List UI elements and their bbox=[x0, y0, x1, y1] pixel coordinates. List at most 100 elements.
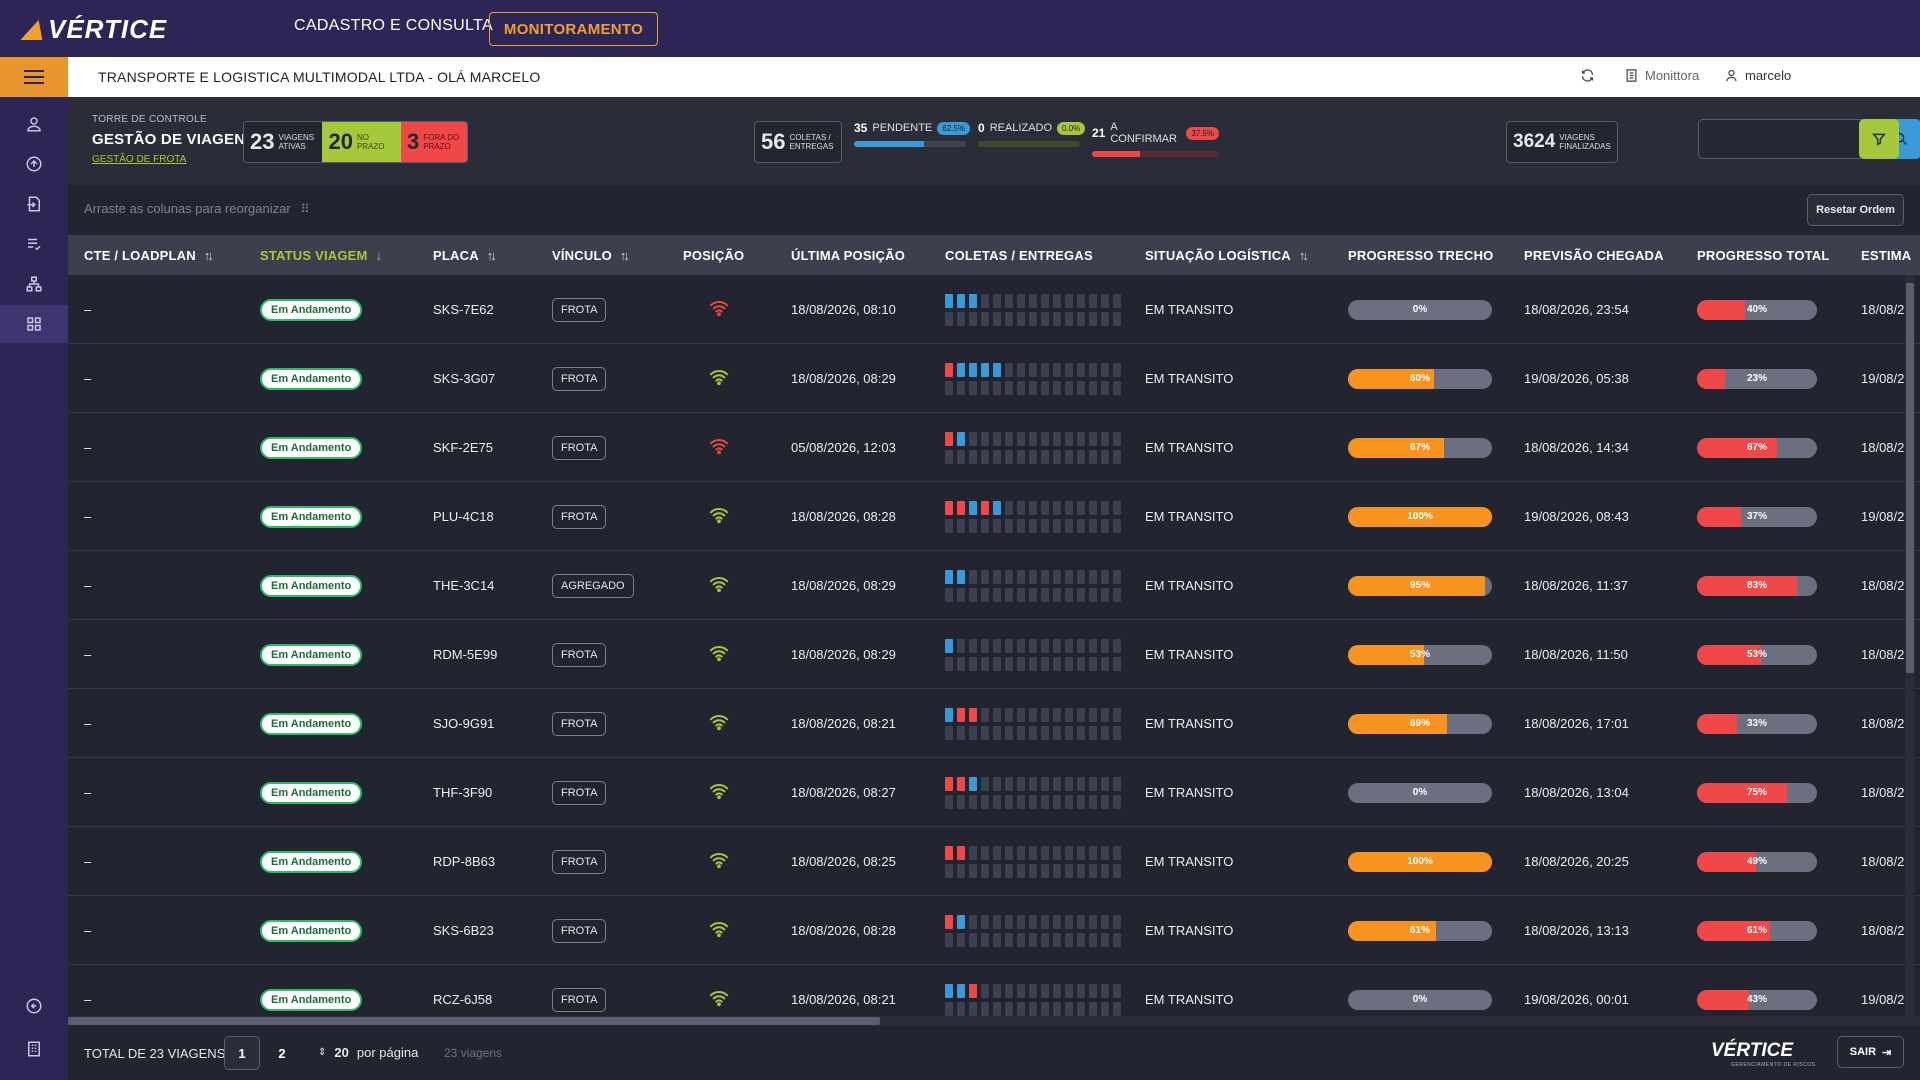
stop-block[interactable] bbox=[957, 500, 965, 515]
col-placa[interactable]: PLACA ↑↓ bbox=[433, 235, 497, 275]
stop-block[interactable] bbox=[1005, 707, 1013, 722]
stop-block[interactable] bbox=[981, 845, 989, 860]
stop-block[interactable] bbox=[969, 707, 977, 722]
stop-block[interactable] bbox=[993, 932, 1001, 947]
stop-block[interactable] bbox=[1065, 293, 1073, 308]
stop-block[interactable] bbox=[1029, 518, 1037, 533]
stop-block[interactable] bbox=[1065, 569, 1073, 584]
stop-block[interactable] bbox=[1101, 725, 1109, 740]
stop-block[interactable] bbox=[1065, 932, 1073, 947]
stop-block[interactable] bbox=[981, 311, 989, 326]
stop-block[interactable] bbox=[969, 587, 977, 602]
table-row[interactable]: – Em Andamento SKS-6B23 FROTA 18/08/2026, 08… bbox=[68, 896, 1920, 965]
stop-block[interactable] bbox=[1113, 1001, 1121, 1016]
stop-block[interactable] bbox=[1101, 776, 1109, 791]
horizontal-scroll-thumb[interactable] bbox=[68, 1017, 880, 1025]
stop-block[interactable] bbox=[1041, 776, 1049, 791]
stop-block[interactable] bbox=[1053, 932, 1061, 947]
stop-block[interactable] bbox=[1089, 449, 1097, 464]
col-estima[interactable]: ESTIMA bbox=[1861, 235, 1911, 275]
stop-block[interactable] bbox=[1113, 293, 1121, 308]
sort-desc-icon[interactable]: ↓ bbox=[376, 248, 382, 263]
stop-block[interactable] bbox=[945, 518, 953, 533]
col-previsao[interactable]: PREVISÃO CHEGADA bbox=[1524, 235, 1664, 275]
stop-block[interactable] bbox=[945, 638, 953, 653]
stop-block[interactable] bbox=[1017, 518, 1025, 533]
stop-block[interactable] bbox=[957, 656, 965, 671]
confirm-stat[interactable]: 21 A CONFIRMAR 37.5% bbox=[1092, 121, 1219, 157]
stop-block[interactable] bbox=[981, 569, 989, 584]
stop-block[interactable] bbox=[969, 794, 977, 809]
table-row[interactable]: – Em Andamento RDM-5E99 FROTA 18/08/2026, 08… bbox=[68, 620, 1920, 689]
stop-block[interactable] bbox=[1029, 500, 1037, 515]
stop-block[interactable] bbox=[1041, 707, 1049, 722]
cell-posicao[interactable] bbox=[708, 620, 730, 689]
stop-block[interactable] bbox=[1029, 380, 1037, 395]
stop-block[interactable] bbox=[1089, 932, 1097, 947]
stop-block[interactable] bbox=[1089, 500, 1097, 515]
stop-block[interactable] bbox=[1053, 569, 1061, 584]
stop-block[interactable] bbox=[1041, 293, 1049, 308]
stop-block[interactable] bbox=[1053, 656, 1061, 671]
stop-block[interactable] bbox=[1005, 983, 1013, 998]
stop-block[interactable] bbox=[981, 863, 989, 878]
stop-block[interactable] bbox=[981, 431, 989, 446]
stop-block[interactable] bbox=[1053, 311, 1061, 326]
stop-block[interactable] bbox=[1029, 983, 1037, 998]
cell-posicao[interactable] bbox=[708, 689, 730, 758]
stop-block[interactable] bbox=[1029, 638, 1037, 653]
stop-block[interactable] bbox=[1065, 362, 1073, 377]
table-row[interactable]: – Em Andamento PLU-4C18 FROTA 18/08/2026, 08… bbox=[68, 482, 1920, 551]
stop-block[interactable] bbox=[945, 776, 953, 791]
stop-block[interactable] bbox=[1005, 656, 1013, 671]
stop-block[interactable] bbox=[1041, 362, 1049, 377]
stop-block[interactable] bbox=[1017, 656, 1025, 671]
stop-block[interactable] bbox=[945, 725, 953, 740]
stop-block[interactable] bbox=[1029, 1001, 1037, 1016]
kpi-active[interactable]: 23 VIAGENS ATIVAS bbox=[244, 122, 323, 162]
stop-block[interactable] bbox=[969, 1001, 977, 1016]
stop-block[interactable] bbox=[1113, 707, 1121, 722]
stop-block[interactable] bbox=[1053, 983, 1061, 998]
nav-cadastro-consulta[interactable]: CADASTRO E CONSULTA bbox=[294, 17, 493, 35]
stop-block[interactable] bbox=[957, 845, 965, 860]
stop-block[interactable] bbox=[1005, 293, 1013, 308]
stop-block[interactable] bbox=[1065, 656, 1073, 671]
stop-block[interactable] bbox=[1101, 380, 1109, 395]
stop-block[interactable] bbox=[945, 863, 953, 878]
stop-block[interactable] bbox=[1113, 932, 1121, 947]
stop-block[interactable] bbox=[1005, 362, 1013, 377]
stop-block[interactable] bbox=[1065, 431, 1073, 446]
stop-block[interactable] bbox=[981, 638, 989, 653]
stop-block[interactable] bbox=[1101, 311, 1109, 326]
stop-block[interactable] bbox=[1089, 311, 1097, 326]
stop-block[interactable] bbox=[993, 1001, 1001, 1016]
horizontal-scrollbar[interactable] bbox=[68, 1016, 1920, 1026]
stop-block[interactable] bbox=[1089, 656, 1097, 671]
stop-block[interactable] bbox=[1113, 725, 1121, 740]
stop-block[interactable] bbox=[1089, 776, 1097, 791]
stop-block[interactable] bbox=[1053, 845, 1061, 860]
stop-block[interactable] bbox=[993, 449, 1001, 464]
stop-block[interactable] bbox=[1077, 863, 1085, 878]
stop-block[interactable] bbox=[1017, 431, 1025, 446]
stop-block[interactable] bbox=[1041, 1001, 1049, 1016]
stop-block[interactable] bbox=[1041, 656, 1049, 671]
stop-block[interactable] bbox=[1065, 380, 1073, 395]
search-input[interactable] bbox=[1698, 119, 1865, 159]
stop-block[interactable] bbox=[1089, 725, 1097, 740]
stop-block[interactable] bbox=[1065, 725, 1073, 740]
stop-block[interactable] bbox=[1065, 587, 1073, 602]
stop-block[interactable] bbox=[1041, 845, 1049, 860]
stop-block[interactable] bbox=[1089, 707, 1097, 722]
stop-block[interactable] bbox=[993, 518, 1001, 533]
stop-block[interactable] bbox=[1053, 500, 1061, 515]
page-2-button[interactable]: 2 bbox=[264, 1036, 300, 1070]
stop-block[interactable] bbox=[945, 500, 953, 515]
stop-block[interactable] bbox=[1017, 932, 1025, 947]
pending-stat[interactable]: 35 PENDENTE 62.5% bbox=[854, 121, 970, 147]
stop-block[interactable] bbox=[993, 569, 1001, 584]
stop-block[interactable] bbox=[957, 311, 965, 326]
sort-icon[interactable]: ↑↓ bbox=[204, 248, 214, 263]
stop-block[interactable] bbox=[1041, 380, 1049, 395]
